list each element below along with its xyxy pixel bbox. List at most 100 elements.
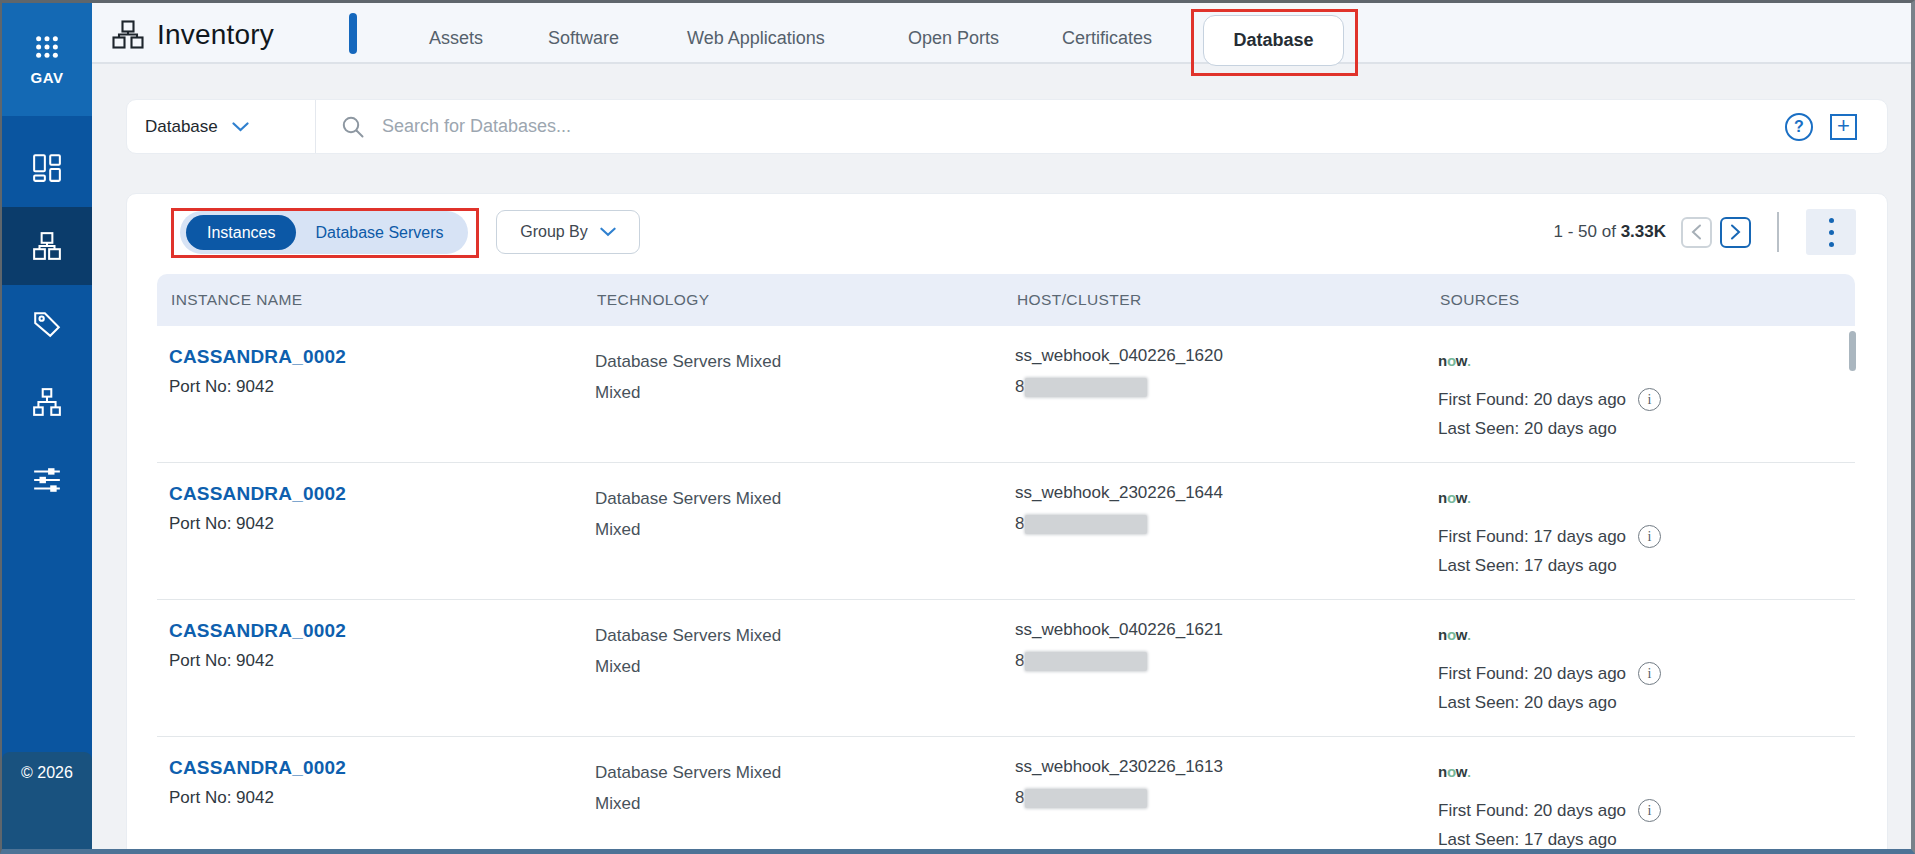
last-seen: Last Seen: 17 days ago bbox=[1438, 556, 1617, 575]
technology: Database Servers MixedMixed bbox=[595, 346, 781, 408]
sidebar-footer: © 2026 bbox=[2, 752, 92, 849]
inventory-icon bbox=[112, 20, 144, 49]
first-found: First Found: 17 days ago bbox=[1438, 527, 1626, 547]
hierarchy-icon bbox=[32, 387, 62, 417]
table-body: CASSANDRA_0002 Port No: 9042 Database Se… bbox=[157, 326, 1855, 854]
table-row[interactable]: CASSANDRA_0002 Port No: 9042 Database Se… bbox=[157, 600, 1855, 737]
column-header-host-cluster[interactable]: HOST/CLUSTER bbox=[1017, 274, 1142, 326]
view-toggle: Instances Database Servers bbox=[180, 211, 468, 254]
chevron-left-icon bbox=[1691, 224, 1702, 240]
tab-database-active[interactable]: Database bbox=[1203, 15, 1344, 66]
app-header: Inventory AssetsSoftwareWeb Applications… bbox=[92, 3, 1911, 64]
toggle-instances[interactable]: Instances bbox=[186, 215, 296, 250]
host-cluster: ss_webhook_230226_1644 bbox=[1015, 483, 1223, 503]
servicenow-logo: now. bbox=[1438, 626, 1661, 643]
search-icon bbox=[341, 115, 365, 139]
tag-icon bbox=[32, 309, 62, 339]
tab-web-applications[interactable]: Web Applications bbox=[687, 3, 825, 73]
help-icon[interactable]: ? bbox=[1785, 113, 1813, 141]
info-icon[interactable]: i bbox=[1638, 525, 1661, 548]
sliders-icon bbox=[32, 465, 62, 495]
host-cluster: ss_webhook_230226_1613 bbox=[1015, 757, 1223, 777]
instance-name-link[interactable]: CASSANDRA_0002 bbox=[169, 757, 346, 779]
last-seen: Last Seen: 17 days ago bbox=[1438, 830, 1617, 849]
pagination-total: 3.33K bbox=[1621, 222, 1666, 241]
sidebar-item-tag[interactable] bbox=[2, 285, 92, 363]
column-header-instance-name[interactable]: INSTANCE NAME bbox=[171, 274, 303, 326]
pagination-range: 1 - 50 of 3.33K bbox=[1554, 222, 1666, 242]
redacted-text bbox=[1025, 515, 1147, 534]
tab-certificates[interactable]: Certificates bbox=[1062, 3, 1152, 73]
copyright: © 2026 bbox=[21, 764, 73, 849]
redacted-text bbox=[1025, 652, 1147, 671]
info-icon[interactable]: i bbox=[1638, 388, 1661, 411]
servicenow-logo: now. bbox=[1438, 489, 1661, 506]
instance-name-link[interactable]: CASSANDRA_0002 bbox=[169, 346, 346, 368]
table-row[interactable]: CASSANDRA_0002 Port No: 9042 Database Se… bbox=[157, 463, 1855, 600]
instance-name-link[interactable]: CASSANDRA_0002 bbox=[169, 620, 346, 642]
host-line2: 8 bbox=[1015, 514, 1024, 534]
scrollbar-thumb[interactable] bbox=[1849, 331, 1856, 371]
app-name: GAV bbox=[31, 69, 64, 86]
title-divider bbox=[349, 13, 357, 54]
redacted-text bbox=[1025, 378, 1147, 397]
table-row[interactable]: CASSANDRA_0002 Port No: 9042 Database Se… bbox=[157, 737, 1855, 854]
toggle-database-servers[interactable]: Database Servers bbox=[296, 224, 467, 242]
table-row[interactable]: CASSANDRA_0002 Port No: 9042 Database Se… bbox=[157, 326, 1855, 463]
port-number: Port No: 9042 bbox=[169, 788, 346, 808]
next-page-button[interactable] bbox=[1720, 217, 1751, 248]
group-by-label: Group By bbox=[520, 223, 588, 241]
page-title: Inventory bbox=[157, 19, 274, 51]
last-seen: Last Seen: 20 days ago bbox=[1438, 419, 1617, 438]
add-icon[interactable]: + bbox=[1830, 114, 1857, 140]
table-header: INSTANCE NAME TECHNOLOGY HOST/CLUSTER SOURC… bbox=[157, 274, 1855, 326]
sidebar-item-hierarchy[interactable] bbox=[2, 363, 92, 441]
first-found: First Found: 20 days ago bbox=[1438, 801, 1626, 821]
servicenow-logo: now. bbox=[1438, 763, 1661, 780]
port-number: Port No: 9042 bbox=[169, 514, 346, 534]
app-window: GAV © 2026 Inventory Assets Software bbox=[0, 0, 1915, 854]
info-icon[interactable]: i bbox=[1638, 799, 1661, 822]
first-found: First Found: 20 days ago bbox=[1438, 664, 1626, 684]
dashboard-icon bbox=[32, 153, 62, 183]
search-input[interactable]: Search for Databases... bbox=[316, 115, 1785, 139]
toolbar-divider bbox=[1777, 212, 1779, 252]
results-card: Instances Database Servers Group By 1 - … bbox=[126, 193, 1888, 854]
tab-label: Database bbox=[1233, 30, 1313, 51]
pagination: 1 - 50 of 3.33K bbox=[1554, 209, 1856, 255]
host-line2: 8 bbox=[1015, 788, 1024, 808]
main-area: Inventory Assets Software Web Applications… bbox=[92, 3, 1911, 849]
port-number: Port No: 9042 bbox=[169, 651, 346, 671]
host-cluster: ss_webhook_040226_1621 bbox=[1015, 620, 1223, 640]
sidebar-item-inventory[interactable] bbox=[2, 207, 92, 285]
scope-dropdown[interactable]: Database bbox=[127, 100, 315, 153]
scope-label: Database bbox=[145, 117, 218, 137]
technology: Database Servers MixedMixed bbox=[595, 620, 781, 682]
chevron-down-icon bbox=[232, 122, 249, 132]
tab-assets[interactable]: Assets bbox=[429, 3, 483, 73]
tab-software[interactable]: Software bbox=[548, 3, 619, 73]
more-actions-button[interactable] bbox=[1806, 209, 1856, 255]
tab-open-ports[interactable]: Open Ports bbox=[908, 3, 999, 73]
search-bar: Database Search for Databases... ? + bbox=[126, 99, 1888, 154]
instance-name-link[interactable]: CASSANDRA_0002 bbox=[169, 483, 346, 505]
sidebar: GAV © 2026 bbox=[2, 3, 92, 849]
sidebar-nav bbox=[2, 129, 92, 519]
info-icon[interactable]: i bbox=[1638, 662, 1661, 685]
first-found: First Found: 20 days ago bbox=[1438, 390, 1626, 410]
app-grid-icon bbox=[34, 34, 60, 60]
group-by-button[interactable]: Group By bbox=[496, 210, 640, 254]
search-placeholder: Search for Databases... bbox=[382, 116, 571, 137]
sidebar-item-sliders[interactable] bbox=[2, 441, 92, 519]
prev-page-button[interactable] bbox=[1681, 217, 1712, 248]
column-header-sources[interactable]: SOURCES bbox=[1440, 274, 1519, 326]
port-number: Port No: 9042 bbox=[169, 377, 346, 397]
inventory-icon bbox=[32, 231, 62, 261]
technology: Database Servers MixedMixed bbox=[595, 757, 781, 819]
host-line2: 8 bbox=[1015, 377, 1024, 397]
chevron-down-icon bbox=[600, 227, 616, 237]
app-launcher[interactable]: GAV bbox=[2, 3, 92, 116]
title-wrap: Inventory bbox=[112, 3, 274, 66]
column-header-technology[interactable]: TECHNOLOGY bbox=[597, 274, 710, 326]
sidebar-item-dashboard[interactable] bbox=[2, 129, 92, 207]
